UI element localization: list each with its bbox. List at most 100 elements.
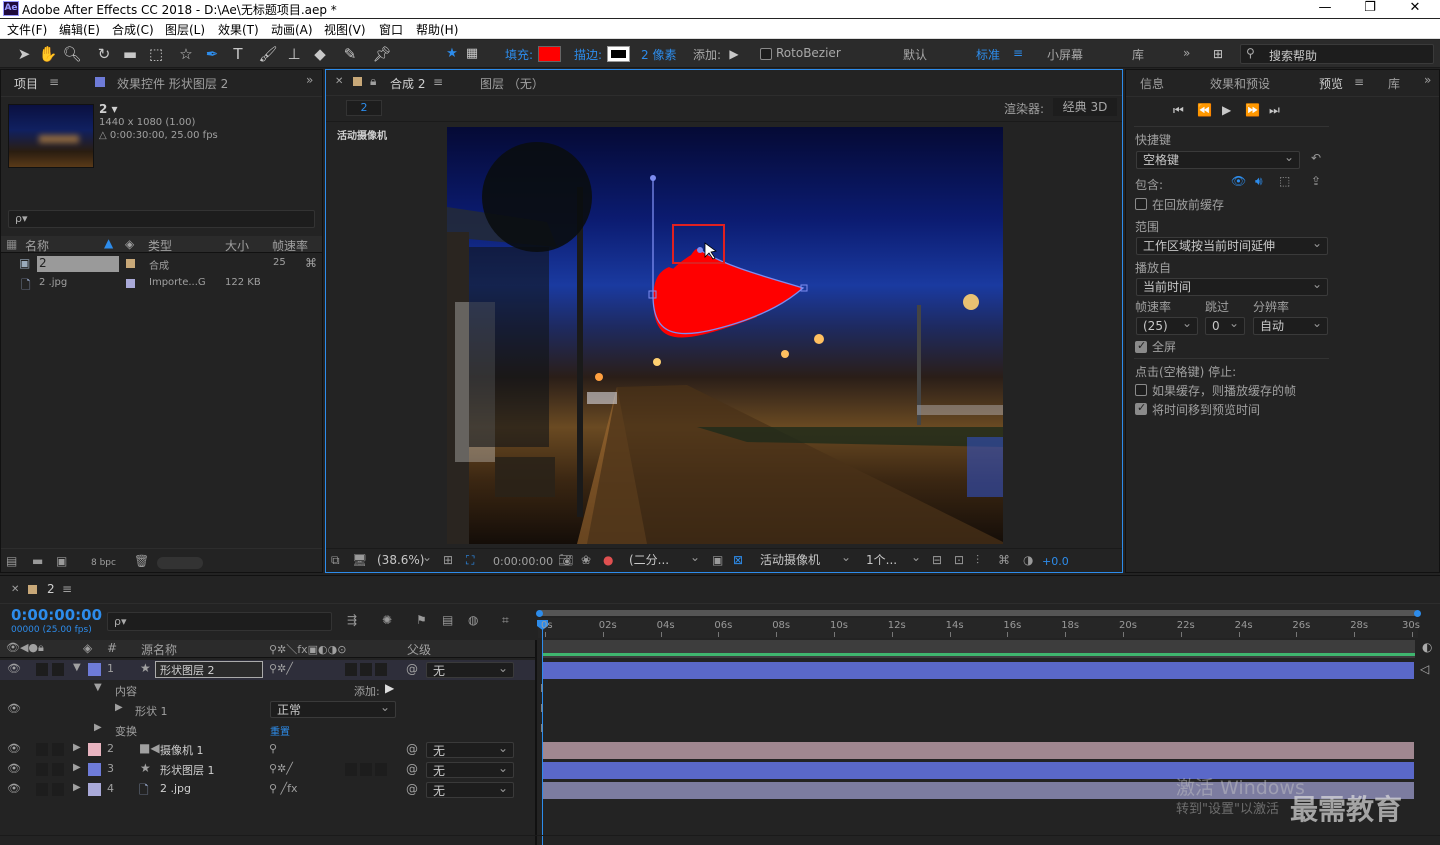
new-comp-icon[interactable]: ▣	[56, 554, 67, 568]
parent-select[interactable]: 无	[426, 660, 514, 678]
workspace-overflow-icon[interactable]: »	[1183, 46, 1190, 60]
layer-row[interactable]: 👁︎ ▶ 4 🗋︎ 2 .jpg ⚲ ╱fx @ 无	[0, 780, 535, 800]
flowchart-icon[interactable]: ⌘	[305, 256, 317, 270]
first-frame-icon[interactable]: ⏮	[1173, 103, 1184, 118]
visibility-eye-icon[interactable]: 👁︎	[7, 782, 21, 795]
label-color-swatch[interactable]	[88, 743, 101, 756]
exposure-value[interactable]: +0.0	[1042, 555, 1069, 568]
shape-expand-icon[interactable]: ▶	[115, 702, 123, 713]
menu-animation[interactable]: 动画(A)	[271, 21, 313, 38]
layer-name[interactable]: 形状图层 1	[160, 762, 215, 778]
col-size[interactable]: 大小	[225, 237, 249, 254]
cache-before-play-checkbox[interactable]	[1135, 198, 1147, 210]
menu-effect[interactable]: 效果(T)	[218, 21, 259, 38]
composition-mini-flowchart-icon[interactable]: ⇶	[347, 613, 357, 627]
expand-toggle-icon[interactable]: ▶	[73, 742, 81, 753]
prev-frame-icon[interactable]: ⏪	[1197, 103, 1212, 117]
shape-tool-icon[interactable]: ☆	[176, 44, 196, 64]
minimize-button[interactable]: —	[1302, 0, 1348, 18]
pan-behind-tool-icon[interactable]: ⬚	[146, 44, 166, 64]
comp-tab[interactable]: 合成 2	[390, 75, 425, 92]
fast-preview-icon[interactable]: ⊡	[954, 553, 964, 567]
hand-tool-icon[interactable]: ✋	[38, 44, 58, 64]
monitor-icon[interactable]: 🖥︎	[352, 553, 367, 567]
close-tab-icon[interactable]: ✕	[335, 76, 343, 87]
layer-row[interactable]: 👁︎ ▶ 2 ■◀ 摄像机 1 ⚲ @ 无	[0, 740, 535, 760]
reset-shortcut-icon[interactable]: ↶	[1311, 151, 1321, 165]
bpc-button[interactable]: 8 bpc	[91, 558, 116, 568]
eraser-tool-icon[interactable]: ◆	[310, 44, 330, 64]
show-snapshot-icon[interactable]: ❀	[581, 553, 591, 567]
timeline-nav[interactable]	[543, 640, 1415, 658]
menu-composition[interactable]: 合成(C)	[112, 21, 154, 38]
workspace-standard[interactable]: 标准	[976, 46, 1000, 63]
renderer-select[interactable]: 经典 3D	[1053, 98, 1117, 116]
workspace-library[interactable]: 库	[1132, 46, 1144, 63]
visibility-eye-icon[interactable]: 👁︎	[7, 662, 21, 675]
flowchart-view-icon[interactable]: ⌘	[998, 553, 1010, 567]
range-select[interactable]: 工作区域按当前时间延伸	[1136, 235, 1328, 255]
effects-controls-tab[interactable]: 效果控件 形状图层 2	[117, 75, 228, 92]
workspace-default[interactable]: 默认	[903, 46, 927, 63]
camera-tool-icon[interactable]: ▬	[120, 44, 140, 64]
layer-duration-bar[interactable]	[543, 742, 1414, 759]
timeline-tab[interactable]: 2	[47, 582, 55, 596]
star-shape-icon[interactable]: ★	[442, 44, 462, 64]
label-color-swatch[interactable]	[88, 783, 101, 796]
preview-tab-menu-icon[interactable]: ≡	[1354, 75, 1364, 89]
view-layout-select[interactable]: 1个...	[860, 549, 926, 571]
preview-overflow-icon[interactable]: »	[1424, 73, 1431, 87]
brush-tool-icon[interactable]: 🖌︎	[258, 44, 278, 64]
sync-settings-icon[interactable]: ⊞	[1208, 44, 1228, 64]
blend-mode-select[interactable]: 正常	[270, 699, 396, 718]
layer-duration-bar[interactable]	[543, 662, 1414, 679]
layer-row[interactable]: 👁︎ ▼ 1 ★ 形状图层 2 ⚲✲╱ @ 无	[0, 660, 535, 680]
motion-blur-icon[interactable]: ◍	[468, 613, 478, 627]
preview-tab[interactable]: 预览	[1319, 75, 1343, 92]
selection-tool-icon[interactable]: ➤	[14, 44, 34, 64]
clone-stamp-tool-icon[interactable]: ⊥	[284, 44, 304, 64]
timeline-icon[interactable]: ⫶	[976, 553, 979, 568]
include-overlays-icon[interactable]: ⬚	[1279, 174, 1290, 188]
property-row[interactable]: 👁︎ ▶ 形状 1 正常	[0, 699, 535, 720]
help-search-box[interactable]: ⚲ 搜索帮助	[1240, 44, 1434, 64]
library-tab[interactable]: 库	[1388, 75, 1400, 92]
reset-transform-link[interactable]: 重置	[270, 723, 290, 738]
layer-switches-icons[interactable]: ⚲ ╱fx	[269, 782, 298, 795]
include-audio-icon[interactable]: 🔊︎	[1255, 174, 1263, 189]
layer-name[interactable]: 形状图层 2	[160, 662, 215, 678]
project-tab-menu-icon[interactable]: ≡	[49, 75, 59, 89]
work-area-end[interactable]	[1414, 610, 1421, 617]
visibility-eye-icon[interactable]: 👁︎	[7, 742, 21, 755]
comp-breadcrumb[interactable]: 2	[346, 100, 382, 116]
shortcut-select[interactable]: 空格键	[1136, 149, 1300, 169]
info-tab[interactable]: 信息	[1140, 75, 1164, 92]
project-row[interactable]: ▣ 2 合成 25 ⌘	[1, 255, 322, 273]
effects-presets-tab[interactable]: 效果和预设	[1210, 75, 1270, 92]
parent-pickwhip-icon[interactable]: @	[406, 762, 418, 776]
fps-select[interactable]: (25)	[1136, 315, 1198, 335]
panel-overflow-icon[interactable]: »	[306, 73, 313, 87]
col-type[interactable]: 类型	[148, 237, 172, 254]
layer-name[interactable]: 摄像机 1	[160, 742, 204, 758]
roto-brush-tool-icon[interactable]: ✎	[340, 44, 360, 64]
snapshot-camera-icon[interactable]: 📷︎	[558, 553, 573, 567]
expand-toggle-icon[interactable]: ▶	[73, 782, 81, 793]
layer-name[interactable]: 2 .jpg	[160, 782, 191, 795]
comp-viewer[interactable]	[447, 127, 1003, 544]
add-content-icon[interactable]: ▶	[385, 681, 394, 695]
parent-select[interactable]: 无	[426, 780, 514, 798]
toggle-mask-icon[interactable]: ⊠	[733, 553, 743, 567]
comp-tab-menu-icon[interactable]: ≡	[433, 75, 443, 89]
add-play-icon[interactable]: ▶	[724, 44, 744, 64]
puppet-pin-tool-icon[interactable]: 📌︎	[372, 44, 392, 64]
trash-icon[interactable]: 🗑︎	[134, 554, 149, 568]
work-area-bar[interactable]	[538, 610, 1418, 616]
zoom-tool-icon[interactable]: 🔍︎	[62, 44, 82, 64]
maximize-button[interactable]: ❐	[1347, 0, 1393, 18]
property-group-row[interactable]: ▶ 变换 重置	[0, 720, 535, 740]
parent-pickwhip-icon[interactable]: @	[406, 742, 418, 756]
menu-edit[interactable]: 编辑(E)	[59, 21, 100, 38]
rotate-tool-icon[interactable]: ↻	[94, 44, 114, 64]
content-expand-icon[interactable]: ▼	[94, 682, 102, 693]
